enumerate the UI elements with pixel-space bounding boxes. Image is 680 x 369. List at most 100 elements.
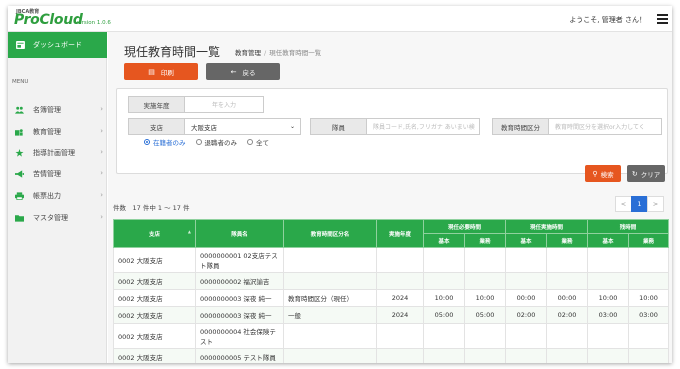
chevron-right-icon: › — [100, 191, 103, 199]
radio-retired-only[interactable]: 退職者のみ — [195, 137, 237, 147]
cell-branch: 0002 大阪支店 — [113, 306, 196, 324]
print-button[interactable]: ▤ 印刷 — [124, 63, 198, 80]
cell-remaining-basic — [587, 247, 630, 273]
sidebar: ダッシュボード MENU 名簿管理 › 教育管理 › 指導計画管理 › 苦情管理… — [8, 32, 107, 363]
logo[interactable]: JBCA教育 ProCloud version 1.0.6 — [14, 8, 114, 30]
sort-icon: ▲ — [187, 229, 191, 234]
cell-actual-basic — [505, 323, 548, 349]
search-icon: ⚲ — [592, 169, 598, 178]
result-count: 件数 17 件中 1 〜 17 件 — [113, 204, 190, 212]
year-input[interactable]: 年を入力 — [184, 96, 264, 113]
cell-category — [283, 348, 377, 363]
radio-label: 在籍者のみ — [153, 139, 186, 147]
cell-required-work — [463, 323, 507, 349]
hamburger-menu-icon[interactable] — [657, 14, 668, 24]
cell-branch: 0002 大阪支店 — [113, 348, 196, 363]
column-header-remaining-work[interactable]: 業務 — [628, 233, 670, 248]
pager-page-button[interactable]: 1 — [631, 196, 648, 212]
cell-actual-work — [546, 272, 589, 290]
cell-staff: 0000000003 深夜 純一 — [195, 306, 284, 324]
graduation-icon — [15, 129, 23, 136]
cell-required-basic: 05:00 — [423, 306, 465, 324]
column-header-required-work[interactable]: 業務 — [463, 233, 507, 248]
version-label: version 1.0.6 — [75, 20, 111, 26]
column-header-staff[interactable]: 隊員名 — [195, 219, 284, 248]
cell-actual-basic — [505, 247, 548, 273]
cell-category — [283, 247, 377, 273]
sidebar-item-education[interactable]: 教育管理 › — [8, 122, 107, 142]
pager-next-button[interactable]: > — [647, 196, 664, 212]
cell-required-work: 05:00 — [463, 306, 507, 324]
cell-category — [283, 272, 377, 290]
table-row[interactable]: 0002 大阪支店 0000000003 深夜 純一 一般 2024 05:00… — [113, 306, 670, 324]
staff-input[interactable]: 隊員コード,氏名,フリガナ あいまい検 — [366, 118, 480, 135]
cell-year: 2024 — [376, 289, 424, 307]
app-window: JBCA教育 ProCloud version 1.0.6 ようこそ, 管理者 … — [8, 6, 672, 363]
cell-actual-work — [546, 323, 589, 349]
sidebar-item-label: 帳票出力 — [33, 192, 61, 200]
sidebar-item-label: 指導計画管理 — [33, 149, 75, 157]
sidebar-item-reports[interactable]: 帳票出力 › — [8, 186, 107, 206]
sidebar-item-label: 名簿管理 — [33, 106, 61, 114]
radio-dot — [247, 139, 253, 145]
column-header-actual-basic[interactable]: 基本 — [505, 233, 548, 248]
pager-prev-button[interactable]: < — [615, 196, 632, 212]
column-header-remaining: 残時間 — [587, 219, 670, 234]
sidebar-item-roster[interactable]: 名簿管理 › — [8, 100, 107, 120]
category-input[interactable]: 教育時間区分を選択or入力してく — [548, 118, 662, 135]
arrow-left-icon: ← — [230, 67, 237, 76]
cell-staff: 0000000005 テスト隊員 — [195, 348, 284, 363]
status-radio-group: 在籍者のみ 退職者のみ 全て — [144, 137, 269, 147]
search-button[interactable]: ⚲ 検索 — [585, 165, 621, 182]
cell-required-basic: 10:00 — [423, 289, 465, 307]
cell-category: 教育時間区分（現任） — [283, 289, 377, 307]
back-button[interactable]: ← 戻る — [206, 63, 280, 80]
table-row[interactable]: 0002 大阪支店 0000000001 02支店テスト隊員 — [113, 247, 670, 273]
cell-staff: 0000000003 深夜 純一 — [195, 289, 284, 307]
cell-remaining-work — [628, 348, 670, 363]
branch-select[interactable]: 大阪支店 ⌄ — [184, 118, 301, 135]
sidebar-item-guidance-plan[interactable]: 指導計画管理 › — [8, 143, 107, 163]
cell-year — [376, 348, 424, 363]
search-panel: 実施年度 年を入力 支店 大阪支店 ⌄ 隊員 隊員コード,氏名,フリガナ あいま… — [116, 88, 668, 174]
table-row[interactable]: 0002 大阪支店 0000000004 社会保険テスト — [113, 323, 670, 349]
column-header-required-basic[interactable]: 基本 — [423, 233, 465, 248]
sidebar-item-master[interactable]: マスタ管理 › — [8, 208, 107, 228]
cell-required-work — [463, 348, 507, 363]
chevron-right-icon: › — [100, 105, 103, 113]
cell-category — [283, 323, 377, 349]
cell-branch: 0002 大阪支店 — [113, 289, 196, 307]
cell-actual-work — [546, 247, 589, 273]
column-header-year[interactable]: 実施年度 — [376, 219, 424, 248]
sidebar-item-dashboard[interactable]: ダッシュボード — [8, 32, 107, 58]
results-table: 支店 ▲ 隊員名 教育時間区分名 実施年度 現任必要時間 現任実施時間 残時間 基… — [113, 219, 670, 363]
cell-branch: 0002 大阪支店 — [113, 323, 196, 349]
sidebar-item-complaints[interactable]: 苦情管理 › — [8, 164, 107, 184]
clear-button[interactable]: ↻ クリア — [627, 165, 665, 182]
radio-dot — [195, 139, 202, 145]
chevron-right-icon: › — [100, 127, 103, 135]
table-row[interactable]: 0002 大阪支店 0000000005 テスト隊員 — [113, 348, 670, 363]
table-row[interactable]: 0002 大阪支店 0000000002 福沢諭吉 — [113, 272, 670, 290]
column-header-remaining-basic[interactable]: 基本 — [587, 233, 630, 248]
clear-button-label: クリア — [640, 170, 661, 179]
page-title: 現任教育時間一覧 — [124, 45, 221, 59]
breadcrumb-parent[interactable]: 教育管理 — [235, 49, 261, 57]
column-header-category[interactable]: 教育時間区分名 — [283, 219, 377, 248]
radio-active-only[interactable]: 在籍者のみ — [144, 137, 186, 147]
column-header-branch[interactable]: 支店 ▲ — [113, 219, 196, 248]
cell-actual-work — [546, 348, 589, 363]
breadcrumb-current: 現任教育時間一覧 — [269, 49, 322, 57]
cell-actual-work: 02:00 — [546, 306, 589, 324]
cell-remaining-basic — [587, 348, 630, 363]
table-row[interactable]: 0002 大阪支店 0000000003 深夜 純一 教育時間区分（現任） 20… — [113, 289, 670, 307]
column-header-actual-work[interactable]: 業務 — [546, 233, 589, 248]
folder-icon — [15, 215, 24, 222]
top-bar: JBCA教育 ProCloud version 1.0.6 ようこそ, 管理者 … — [8, 6, 672, 32]
cell-remaining-basic — [587, 323, 630, 349]
cell-required-basic — [423, 348, 465, 363]
cell-actual-work: 00:00 — [546, 289, 589, 307]
users-icon — [15, 106, 24, 114]
cell-required-work — [463, 272, 507, 290]
radio-all[interactable]: 全て — [247, 137, 269, 147]
